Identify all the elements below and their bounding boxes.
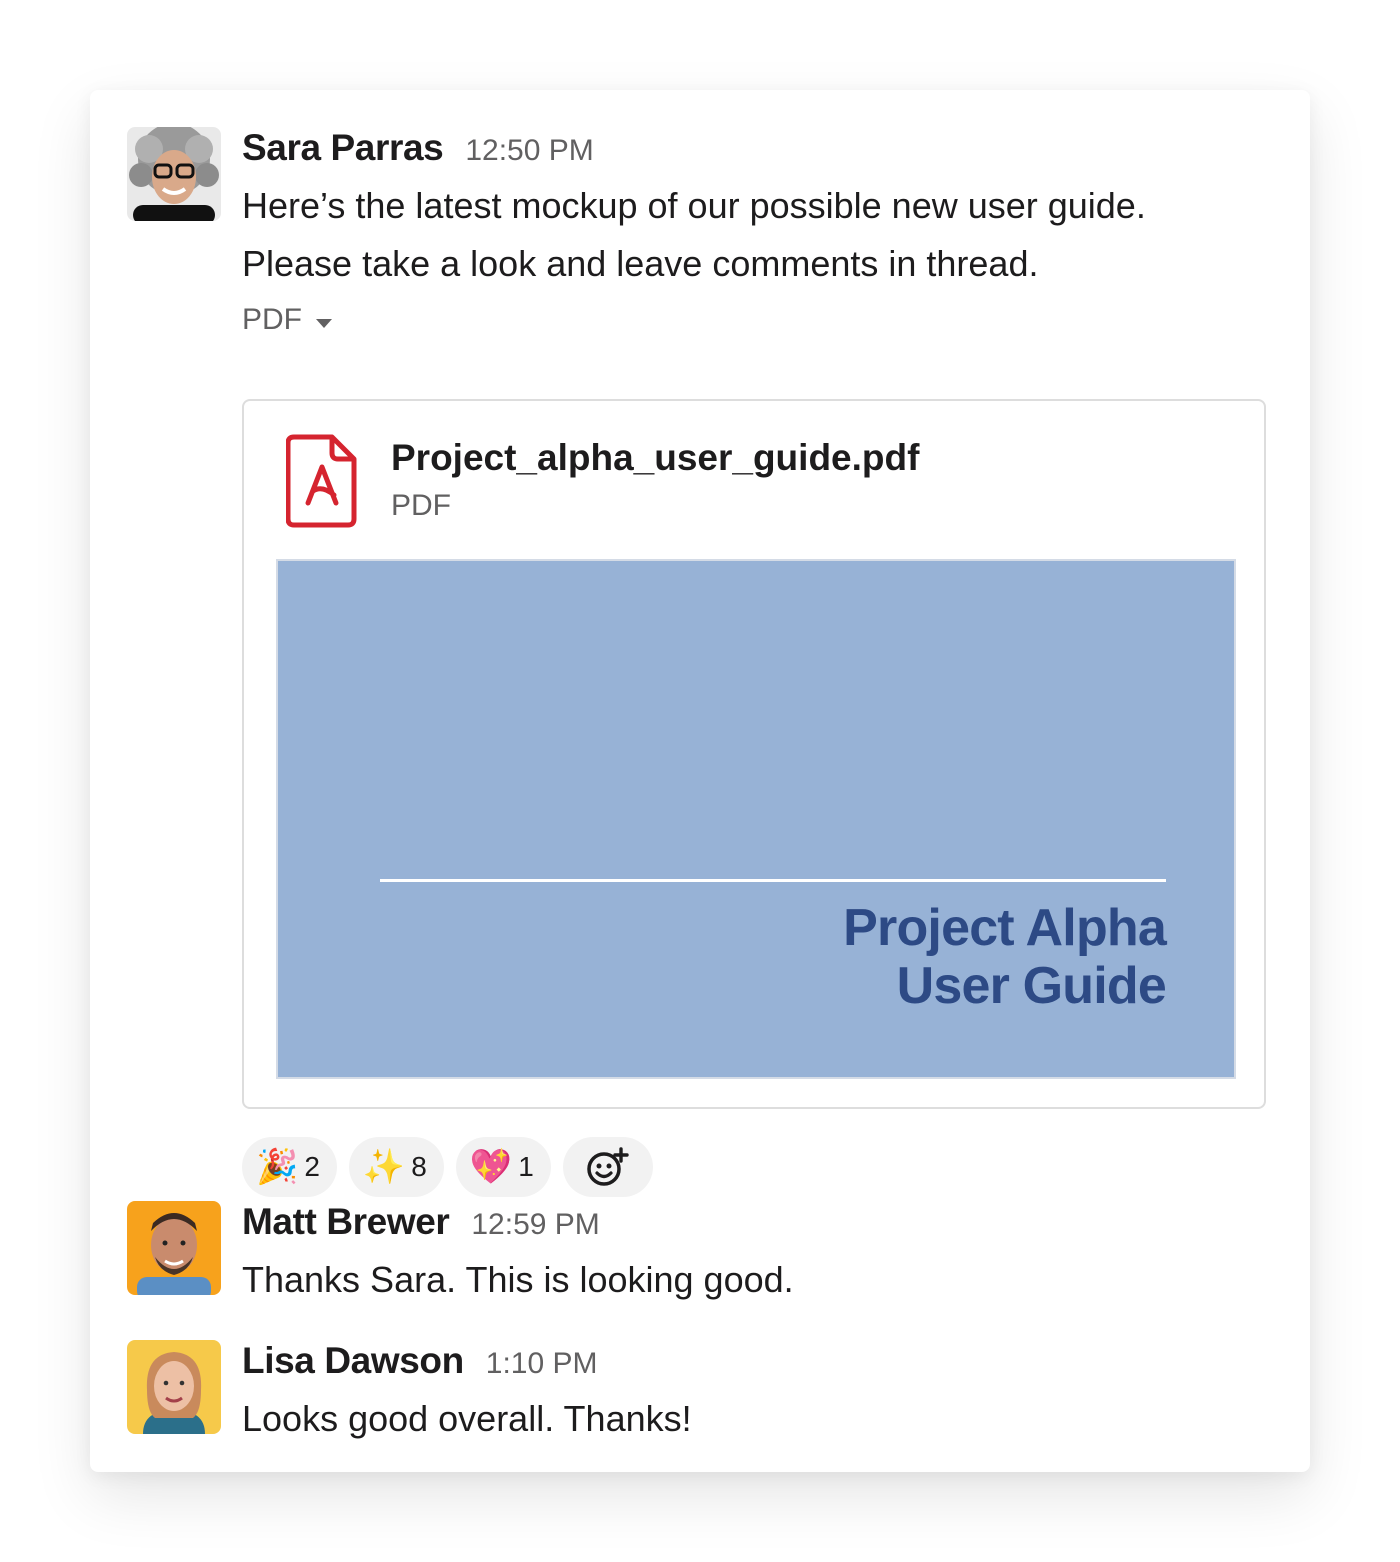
- message-text-line: Please take a look and leave comments in…: [242, 243, 1039, 284]
- sparkles-emoji: ✨: [362, 1147, 406, 1187]
- timestamp[interactable]: 1:10 PM: [486, 1347, 598, 1381]
- message-content: Lisa Dawson 1:10 PM Looks good overall. …: [242, 1340, 1270, 1448]
- reaction-count: 2: [304, 1151, 320, 1182]
- avatar-lisa[interactable]: [127, 1340, 221, 1434]
- author-name[interactable]: Matt Brewer: [242, 1201, 450, 1243]
- reaction-sparkling-heart[interactable]: 💖 1: [455, 1137, 551, 1197]
- message-text-line: Here’s the latest mockup of our possible…: [242, 185, 1146, 226]
- file-name[interactable]: Project_alpha_user_guide.pdf: [391, 437, 919, 479]
- pdf-file-icon: [285, 433, 358, 534]
- add-reaction-icon: [587, 1147, 629, 1186]
- avatar-sara[interactable]: [127, 127, 221, 221]
- author-name[interactable]: Lisa Dawson: [242, 1340, 464, 1382]
- preview-title: Project Alpha User Guide: [843, 899, 1167, 1015]
- file-attachment[interactable]: Project_alpha_user_guide.pdf PDF Project…: [242, 399, 1266, 1109]
- message-text: Thanks Sara. This is looking good.: [242, 1259, 794, 1300]
- message-content: Sara Parras 12:50 PM Here’s the latest m…: [242, 127, 1270, 1197]
- file-type-toggle[interactable]: PDF: [242, 297, 1270, 343]
- sparkling-heart-emoji: 💖: [469, 1147, 513, 1187]
- message-header: Sara Parras 12:50 PM: [242, 127, 1270, 177]
- avatar-matt[interactable]: [127, 1201, 221, 1295]
- message-text: Here’s the latest mockup of our possible…: [242, 177, 1270, 293]
- file-preview[interactable]: Project Alpha User Guide: [276, 559, 1236, 1079]
- message-content: Matt Brewer 12:59 PM Thanks Sara. This i…: [242, 1201, 1270, 1309]
- file-type-label: PDF: [242, 303, 302, 336]
- file-kind: PDF: [391, 489, 451, 522]
- reactions-bar: 🎉 2 ✨ 8 💖 1: [242, 1137, 653, 1197]
- reaction-count: 1: [518, 1151, 534, 1182]
- reaction-party-popper[interactable]: 🎉 2: [242, 1137, 337, 1197]
- preview-title-line: Project Alpha: [843, 899, 1167, 957]
- preview-divider: [380, 879, 1166, 882]
- message-header: Matt Brewer 12:59 PM: [242, 1201, 1270, 1251]
- reaction-sparkles[interactable]: ✨ 8: [348, 1137, 444, 1197]
- timestamp[interactable]: 12:59 PM: [471, 1208, 599, 1242]
- author-name[interactable]: Sara Parras: [242, 127, 444, 169]
- add-reaction-button[interactable]: [562, 1137, 653, 1197]
- party-popper-emoji: 🎉: [256, 1147, 299, 1187]
- reaction-count: 8: [411, 1151, 427, 1182]
- message-header: Lisa Dawson 1:10 PM: [242, 1340, 1270, 1390]
- preview-title-line: User Guide: [896, 957, 1167, 1015]
- message-thread: Sara Parras 12:50 PM Here’s the latest m…: [90, 90, 1310, 1472]
- message-text: Looks good overall. Thanks!: [242, 1398, 692, 1439]
- caret-down-icon: [316, 318, 332, 328]
- timestamp[interactable]: 12:50 PM: [465, 134, 593, 168]
